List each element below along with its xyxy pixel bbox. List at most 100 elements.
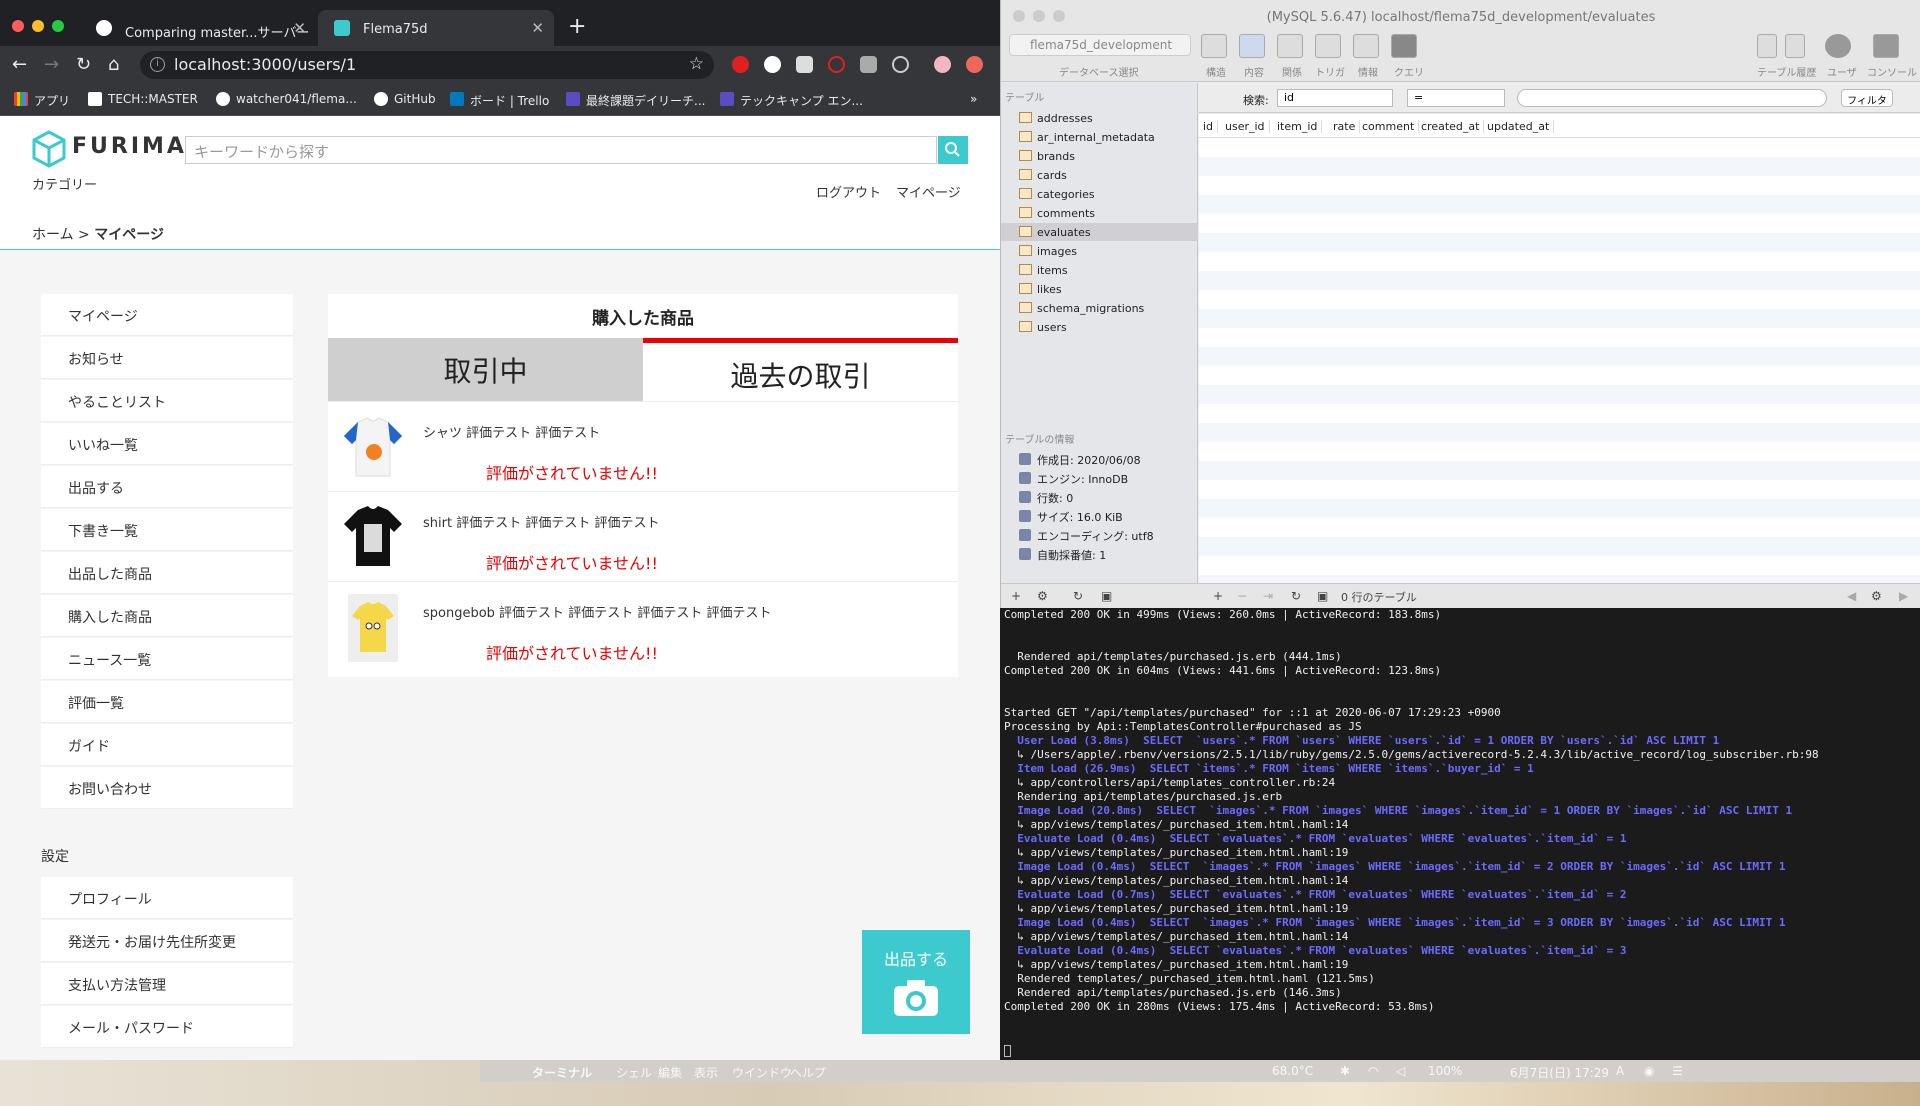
wifi-icon[interactable]: ◠: [1368, 1064, 1378, 1078]
notification-center-icon[interactable]: ☰: [1672, 1064, 1683, 1078]
back-icon[interactable]: [1757, 34, 1777, 58]
update-icon[interactable]: [966, 56, 983, 73]
gear-icon[interactable]: ⚙: [1871, 589, 1882, 603]
column-header[interactable]: created_at: [1421, 120, 1485, 133]
bookmark-star-icon[interactable]: ☆: [689, 54, 704, 74]
furima-logo[interactable]: FURIMA: [32, 130, 184, 168]
menu-item[interactable]: シェル: [616, 1064, 652, 1081]
filter-operator-select[interactable]: =: [1407, 89, 1505, 107]
side-menu-item[interactable]: ガイド: [41, 724, 293, 766]
side-menu-item[interactable]: 評価一覧: [41, 681, 293, 723]
temperature-status[interactable]: 68.0°C: [1272, 1064, 1313, 1078]
prev-page-icon[interactable]: ◀: [1847, 589, 1856, 603]
duplicate-row-icon[interactable]: ⇥: [1263, 589, 1273, 603]
search-input[interactable]: キーワードから探す: [185, 136, 937, 164]
extension-icon[interactable]: [796, 56, 813, 73]
column-header[interactable]: rate: [1333, 120, 1361, 133]
relations-icon[interactable]: [1277, 34, 1303, 58]
menu-item[interactable]: ヘルプ: [790, 1064, 826, 1081]
refresh-icon[interactable]: ↻: [1291, 589, 1301, 603]
category-link[interactable]: カテゴリー: [32, 174, 97, 193]
add-row-icon[interactable]: +: [1213, 589, 1223, 603]
browser-tab[interactable]: Comparing master...サーバー ✕: [80, 10, 316, 46]
purchased-item[interactable]: シャツ 評価テスト 評価テスト 評価がされていません!!: [328, 401, 958, 491]
refresh-icon[interactable]: ↻: [1073, 589, 1083, 603]
breadcrumb-home[interactable]: ホーム: [32, 227, 74, 243]
side-menu-item[interactable]: 出品する: [41, 466, 293, 508]
forward-icon[interactable]: →: [44, 54, 59, 75]
browser-tab-active[interactable]: Flema75d ✕: [318, 10, 554, 46]
mypage-link[interactable]: マイページ: [896, 182, 961, 201]
console-icon[interactable]: [1873, 34, 1899, 58]
extension-icon[interactable]: [764, 56, 781, 73]
side-menu-item[interactable]: いいね一覧: [41, 423, 293, 465]
content-icon[interactable]: [1239, 34, 1265, 58]
settings-menu-item[interactable]: プロフィール: [41, 877, 293, 919]
menu-item[interactable]: 表示: [694, 1064, 718, 1081]
purchased-item[interactable]: spongebob 評価テスト 評価テスト 評価テスト 評価テスト 評価がされて…: [328, 581, 958, 671]
table-content-grid[interactable]: [1199, 138, 1920, 583]
table-list-item[interactable]: brands: [1019, 147, 1198, 165]
gear-icon[interactable]: ⚙: [1037, 589, 1048, 603]
terminal-window[interactable]: Completed 200 OK in 499ms (Views: 260.0m…: [1000, 608, 1920, 1060]
address-bar[interactable]: i localhost:3000/users/1 ☆: [140, 51, 714, 79]
settings-menu-item[interactable]: メール・パスワード: [41, 1006, 293, 1048]
info-icon[interactable]: [1353, 34, 1379, 58]
triggers-icon[interactable]: [1315, 34, 1341, 58]
remove-row-icon[interactable]: −: [1237, 589, 1247, 603]
purchased-item[interactable]: shirt 評価テスト 評価テスト 評価テスト 評価がされていません!!: [328, 491, 958, 581]
users-icon[interactable]: [1825, 34, 1851, 58]
tab-in-progress[interactable]: 取引中: [328, 338, 643, 401]
side-menu-item[interactable]: 出品した商品: [41, 552, 293, 594]
table-list-item-selected[interactable]: evaluates: [1001, 223, 1198, 241]
close-window-icon[interactable]: [12, 20, 24, 32]
add-table-icon[interactable]: +: [1011, 589, 1021, 603]
bookmark-item[interactable]: GitHub: [374, 92, 436, 106]
column-header[interactable]: comment: [1362, 120, 1420, 133]
database-select[interactable]: flema75d_development: [1009, 34, 1191, 56]
profile-avatar-icon[interactable]: [934, 56, 951, 73]
query-icon[interactable]: [1391, 34, 1417, 58]
logout-link[interactable]: ログアウト: [816, 182, 881, 201]
menu-item[interactable]: ウインドウ: [732, 1064, 792, 1081]
column-header[interactable]: id: [1203, 120, 1219, 133]
bookmark-item[interactable]: ボード | Trello: [450, 92, 549, 109]
table-list-item[interactable]: ar_internal_metadata: [1019, 128, 1198, 146]
filter-toggle-icon[interactable]: ▣: [1101, 589, 1112, 603]
block-extension-icon[interactable]: [828, 56, 845, 73]
side-menu-item[interactable]: やることリスト: [41, 380, 293, 422]
side-menu-item[interactable]: お知らせ: [41, 337, 293, 379]
table-list-item[interactable]: schema_migrations: [1019, 299, 1198, 317]
bookmark-item[interactable]: アプリ: [14, 92, 70, 109]
side-menu-item[interactable]: お問い合わせ: [41, 767, 293, 809]
more-bookmarks-icon[interactable]: »: [970, 92, 977, 106]
table-list-item[interactable]: likes: [1019, 280, 1198, 298]
tab-past-transactions[interactable]: 過去の取引: [643, 338, 958, 401]
table-list-item[interactable]: comments: [1019, 204, 1198, 222]
bookmark-item[interactable]: テックキャンプ エン...: [720, 92, 863, 109]
clock[interactable]: 6月7日(日) 17:29: [1510, 1064, 1609, 1081]
table-list-item[interactable]: items: [1019, 261, 1198, 279]
close-tab-icon[interactable]: ✕: [293, 19, 306, 37]
home-icon[interactable]: ⌂: [108, 54, 119, 75]
column-header[interactable]: user_id: [1225, 120, 1270, 133]
filter-toggle-icon[interactable]: ▣: [1317, 589, 1328, 603]
back-icon[interactable]: ←: [12, 54, 27, 75]
app-menu[interactable]: ターミナル: [532, 1064, 592, 1081]
menu-item[interactable]: 編集: [658, 1064, 682, 1081]
table-list-item[interactable]: addresses: [1019, 109, 1198, 127]
battery-status[interactable]: 100%: [1428, 1064, 1462, 1078]
close-tab-icon[interactable]: ✕: [531, 19, 544, 37]
next-page-icon[interactable]: ▶: [1899, 589, 1908, 603]
side-menu-item[interactable]: 購入した商品: [41, 595, 293, 637]
minimize-window-icon[interactable]: [32, 20, 44, 32]
filter-field-select[interactable]: id: [1277, 89, 1393, 107]
new-tab-icon[interactable]: +: [568, 14, 586, 39]
forward-icon[interactable]: [1785, 34, 1805, 58]
react-devtools-icon[interactable]: [892, 56, 909, 73]
extension-icon[interactable]: [860, 56, 877, 73]
input-source-icon[interactable]: A: [1616, 1064, 1624, 1078]
bookmark-item[interactable]: 最終課題デイリーチ...: [566, 92, 705, 109]
bookmark-item[interactable]: watcher041/flema...: [216, 92, 357, 106]
info-icon[interactable]: i: [150, 57, 165, 72]
